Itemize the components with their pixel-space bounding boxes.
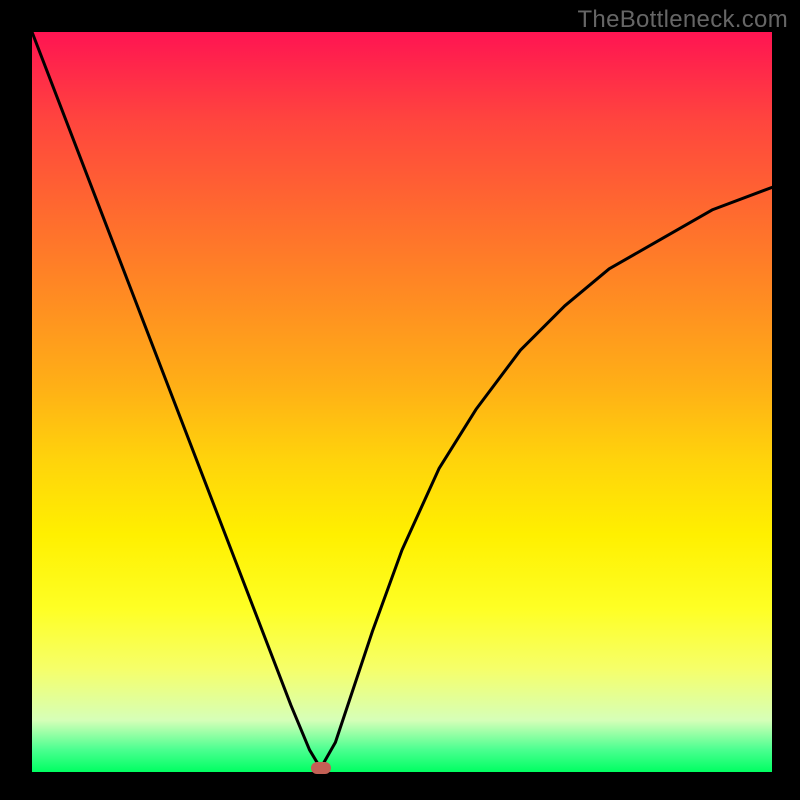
- watermark-text: TheBottleneck.com: [577, 6, 788, 34]
- chart-container: TheBottleneck.com: [0, 0, 800, 800]
- chart-curve: [32, 32, 772, 772]
- minimum-marker: [311, 762, 331, 774]
